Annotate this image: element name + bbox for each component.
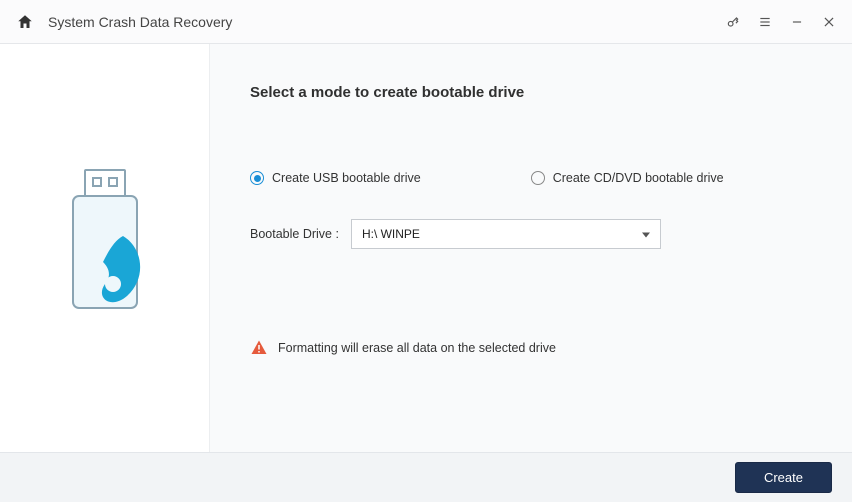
page-heading: Select a mode to create bootable drive	[250, 84, 812, 101]
window-controls	[726, 15, 836, 29]
bootable-drive-label: Bootable Drive :	[250, 227, 339, 241]
footer-bar: Create	[0, 452, 852, 502]
radio-usb[interactable]: Create USB bootable drive	[250, 171, 421, 185]
mode-radio-group: Create USB bootable drive Create CD/DVD …	[250, 171, 812, 185]
close-icon[interactable]	[822, 15, 836, 29]
window-title: System Crash Data Recovery	[48, 14, 232, 30]
radio-cddvd-label: Create CD/DVD bootable drive	[553, 171, 724, 185]
menu-icon[interactable]	[758, 15, 772, 29]
main-panel: Select a mode to create bootable drive C…	[210, 44, 852, 452]
minimize-icon[interactable]	[790, 15, 804, 29]
warning-row: Formatting will erase all data on the se…	[250, 339, 812, 357]
usb-drive-icon	[55, 168, 155, 328]
radio-dot-icon	[250, 171, 264, 185]
warning-text: Formatting will erase all data on the se…	[278, 341, 556, 355]
home-icon[interactable]	[16, 13, 34, 31]
radio-empty-icon	[531, 171, 545, 185]
key-icon[interactable]	[726, 15, 740, 29]
bootable-drive-row: Bootable Drive : H:\ WINPE	[250, 219, 812, 249]
bootable-drive-value: H:\ WINPE	[362, 227, 420, 241]
titlebar: System Crash Data Recovery	[0, 0, 852, 44]
warning-icon	[250, 339, 268, 357]
create-button[interactable]: Create	[735, 462, 832, 493]
sidebar-illustration	[0, 44, 210, 452]
radio-cddvd[interactable]: Create CD/DVD bootable drive	[531, 171, 724, 185]
radio-usb-label: Create USB bootable drive	[272, 171, 421, 185]
bootable-drive-select[interactable]: H:\ WINPE	[351, 219, 661, 249]
